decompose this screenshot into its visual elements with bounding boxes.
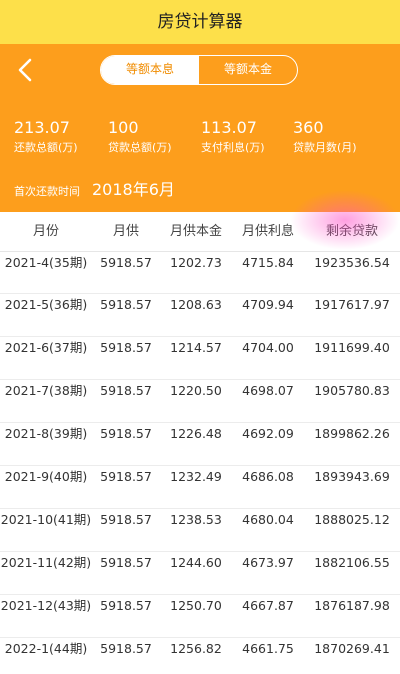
cell-principal: 1238.53 [170,512,222,527]
cell-payment: 5918.57 [100,512,152,527]
first-repay-label: 首次还款时间 [14,185,80,198]
column-header-remaining: 剩余贷款 [325,224,378,239]
tab-equal-installment[interactable]: 等额本息 [101,56,199,84]
cell-remaining: 1876187.98 [314,598,390,613]
cell-remaining: 1923536.54 [314,255,390,270]
cell-principal: 1232.49 [170,469,222,484]
cell-principal: 1220.50 [170,383,222,398]
cell-month: 2021-5(36期) [4,297,88,312]
tab-equal-principal[interactable]: 等额本金 [199,56,297,84]
table-row: 2021-6(37期) 5918.57 1214.57 4704.00 1911… [0,337,400,380]
cell-payment: 5918.57 [100,383,152,398]
schedule-table: 2021-4(35期) 5918.57 1202.73 4715.84 1923… [0,252,400,674]
cell-interest: 4715.84 [242,255,294,270]
page-title: 房贷计算器 [157,12,243,32]
cell-interest: 4709.94 [242,297,294,312]
table-row: 2021-12(43期) 5918.57 1250.70 4667.87 187… [0,595,400,638]
interest-stat: 113.07 支付利息(万) [201,119,265,156]
table-row: 2021-4(35期) 5918.57 1202.73 4715.84 1923… [0,252,400,294]
column-header-month: 月份 [32,224,59,239]
cell-remaining: 1882106.55 [314,555,390,570]
cell-principal: 1214.57 [170,340,222,355]
months-value: 360 [293,118,324,137]
table-row: 2021-10(41期) 5918.57 1238.53 4680.04 188… [0,509,400,552]
column-header-payment: 月供 [112,224,139,239]
total-repay-value: 213.07 [14,118,70,137]
cell-payment: 5918.57 [100,469,152,484]
cell-remaining: 1899862.26 [314,426,390,441]
total-repay-stat: 213.07 还款总额(万) [14,119,78,156]
cell-month: 2022-1(44期) [4,641,88,656]
table-row: 2021-8(39期) 5918.57 1226.48 4692.09 1899… [0,423,400,466]
cell-month: 2021-11(42期) [0,555,92,570]
cell-payment: 5918.57 [100,641,152,656]
months-stat: 360 贷款月数(月) [293,119,357,156]
cell-interest: 4667.87 [242,598,294,613]
cell-month: 2021-9(40期) [4,469,88,484]
cell-month: 2021-7(38期) [4,383,88,398]
months-label: 贷款月数(月) [293,141,357,154]
cell-interest: 4661.75 [242,641,294,656]
cell-interest: 4686.08 [242,469,294,484]
chevron-left-icon [18,58,32,82]
summary-panel: 等额本息 等额本金 213.07 还款总额(万) 100 贷款总额(万) 113… [0,44,400,212]
cell-month: 2021-8(39期) [4,426,88,441]
cell-payment: 5918.57 [100,555,152,570]
cell-remaining: 1888025.12 [314,512,390,527]
cell-interest: 4680.04 [242,512,294,527]
cell-payment: 5918.57 [100,426,152,441]
cell-principal: 1250.70 [170,598,222,613]
cell-principal: 1208.63 [170,297,222,312]
table-row: 2021-5(36期) 5918.57 1208.63 4709.94 1917… [0,294,400,337]
cell-principal: 1244.60 [170,555,222,570]
cell-interest: 4704.00 [242,340,294,355]
cell-month: 2021-4(35期) [4,255,88,270]
table-row: 2022-1(44期) 5918.57 1256.82 4661.75 1870… [0,638,400,674]
column-header-interest: 月供利息 [241,224,294,239]
column-header-principal: 月供本金 [169,224,222,239]
cell-remaining: 1917617.97 [314,297,390,312]
cell-month: 2021-10(41期) [0,512,92,527]
loan-total-stat: 100 贷款总额(万) [108,119,172,156]
cell-payment: 5918.57 [100,340,152,355]
total-repay-label: 还款总额(万) [14,141,78,154]
cell-interest: 4698.07 [242,383,294,398]
table-header: 月份 月供 月供本金 月供利息 剩余贷款 [0,212,400,252]
table-row: 2021-11(42期) 5918.57 1244.60 4673.97 188… [0,552,400,595]
cell-remaining: 1870269.41 [314,641,390,656]
cell-month: 2021-6(37期) [4,340,88,355]
back-button[interactable] [14,56,38,84]
first-repay-time: 首次还款时间 2018年6月 [14,176,175,200]
cell-payment: 5918.57 [100,255,152,270]
cell-remaining: 1911699.40 [314,340,390,355]
cell-interest: 4692.09 [242,426,294,441]
loan-total-value: 100 [108,118,139,137]
cell-principal: 1256.82 [170,641,222,656]
title-bar: 房贷计算器 [0,0,400,44]
loan-total-label: 贷款总额(万) [108,141,172,154]
cell-remaining: 1905780.83 [314,383,390,398]
cell-principal: 1226.48 [170,426,222,441]
table-row: 2021-7(38期) 5918.57 1220.50 4698.07 1905… [0,380,400,423]
cell-remaining: 1893943.69 [314,469,390,484]
interest-value: 113.07 [201,118,257,137]
cell-principal: 1202.73 [170,255,222,270]
cell-month: 2021-12(43期) [0,598,92,613]
table-row: 2021-9(40期) 5918.57 1232.49 4686.08 1893… [0,466,400,509]
first-repay-value: 2018年6月 [92,180,175,199]
cell-interest: 4673.97 [242,555,294,570]
interest-label: 支付利息(万) [201,141,265,154]
repay-method-tabs: 等额本息 等额本金 [100,55,298,85]
cell-payment: 5918.57 [100,598,152,613]
cell-payment: 5918.57 [100,297,152,312]
